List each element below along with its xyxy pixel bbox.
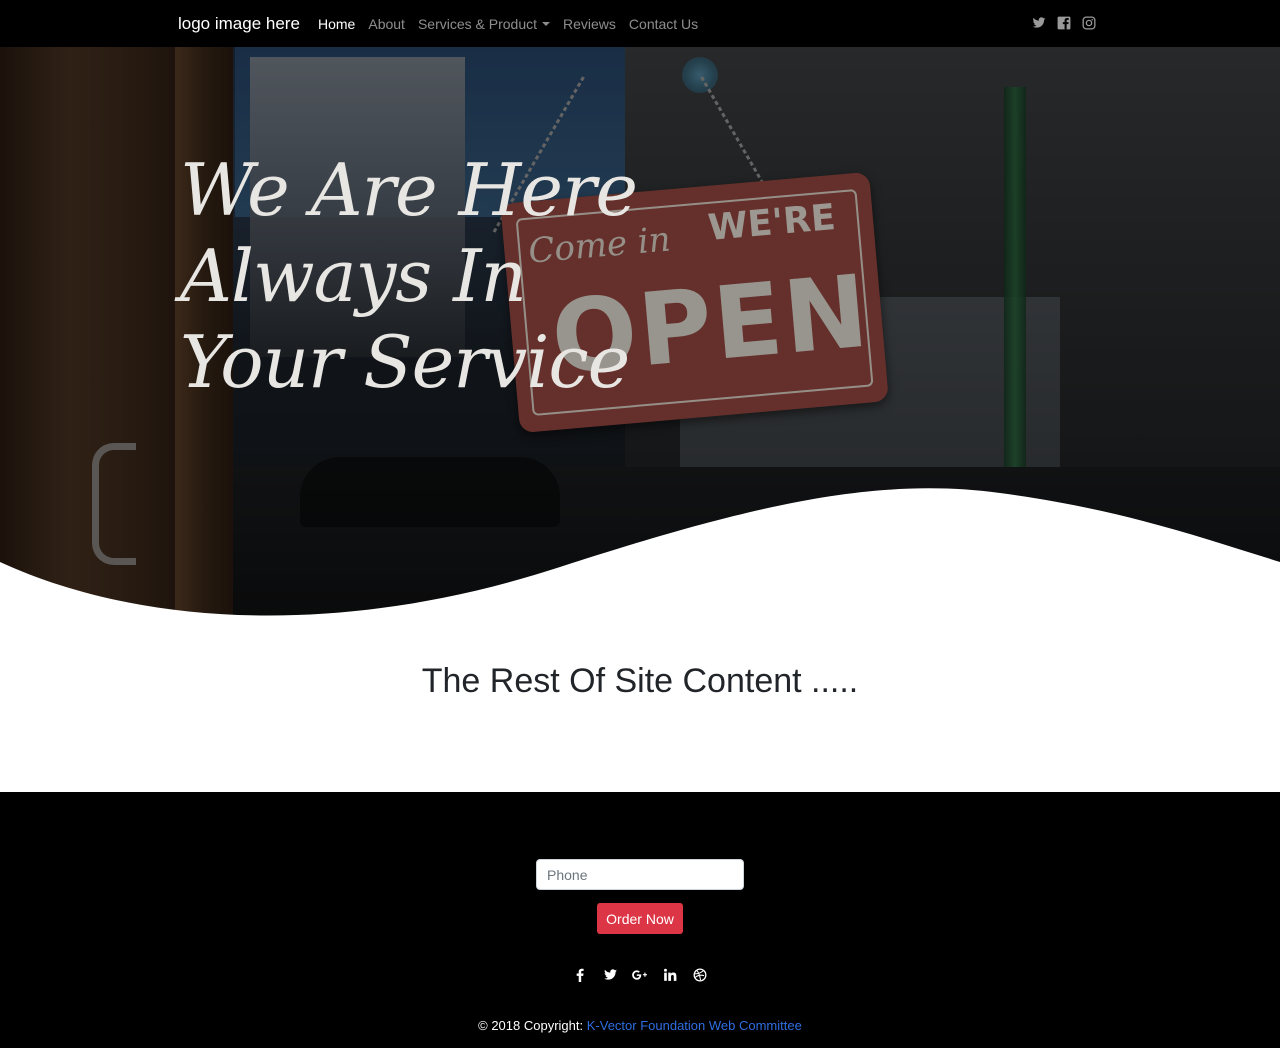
brand-logo[interactable]: logo image here — [178, 14, 300, 34]
content-title: The Rest Of Site Content ..... — [421, 662, 859, 700]
chevron-down-icon — [542, 22, 551, 27]
facebook-icon[interactable] — [1057, 16, 1071, 30]
nav-link-services-label: Services & Product — [417, 16, 538, 32]
nav-link-about[interactable]: About — [368, 16, 405, 32]
dribbble-icon[interactable] — [685, 968, 715, 986]
nav-link-home[interactable]: Home — [318, 16, 355, 32]
instagram-icon[interactable] — [1082, 16, 1096, 30]
copyright: © 2018 Copyright: K-Vector Foundation We… — [0, 1018, 1280, 1033]
nav-links: Home About Services & Product Reviews Co… — [318, 16, 711, 32]
nav-link-services-dropdown[interactable]: Services & Product — [417, 16, 551, 32]
copyright-link[interactable]: K-Vector Foundation Web Committee — [587, 1018, 802, 1033]
phone-input[interactable] — [536, 859, 744, 890]
footer-social-icons — [0, 968, 1280, 986]
nav-link-reviews[interactable]: Reviews — [563, 16, 616, 32]
google-plus-icon[interactable] — [625, 968, 655, 986]
hero-wave-divider — [0, 488, 1280, 622]
twitter-icon[interactable] — [1032, 16, 1046, 30]
copyright-text: © 2018 Copyright: — [478, 1018, 584, 1033]
order-now-button[interactable]: Order Now — [597, 903, 683, 934]
facebook-icon[interactable] — [565, 968, 595, 986]
hero-section: Come in WE'RE OPEN We Are Here Always In… — [0, 47, 1280, 622]
navbar-social-icons — [1032, 16, 1096, 30]
footer: Order Now © 2018 Copyright: K-Vector Fou… — [0, 792, 1280, 1048]
nav-link-contact[interactable]: Contact Us — [629, 16, 698, 32]
navbar: logo image here Home About Services & Pr… — [0, 0, 1280, 47]
twitter-icon[interactable] — [595, 968, 625, 986]
linkedin-icon[interactable] — [655, 968, 685, 986]
